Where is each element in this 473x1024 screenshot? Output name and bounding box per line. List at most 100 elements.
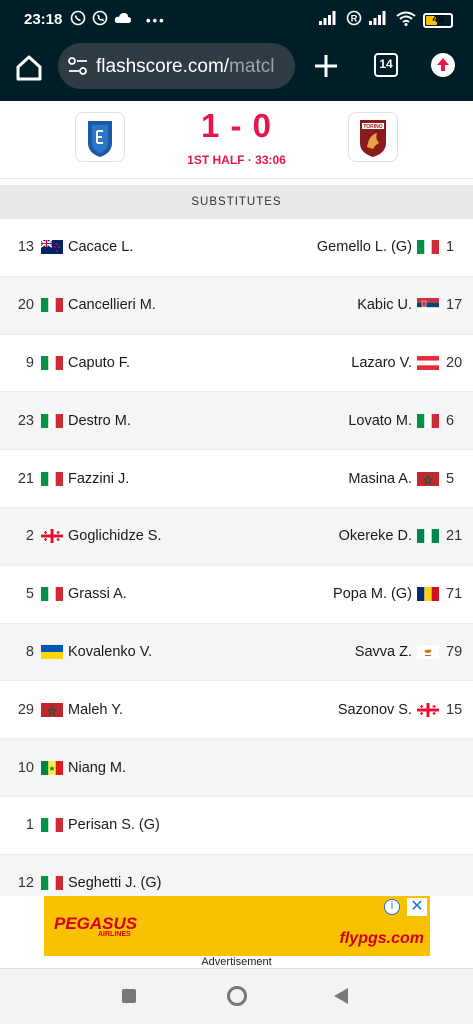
away-substitute[interactable]: Lazaro V. 20 (351, 335, 473, 392)
substitutes-list: 13 Cacace L. Gemello L. (G) 1 20 Cancellieri … (0, 219, 473, 896)
home-player-number: 20 (17, 297, 34, 314)
away-substitute[interactable]: Sazonov S. 15 (338, 681, 473, 738)
phone-icon (92, 10, 108, 31)
away-player-name[interactable]: Kabic U. (357, 297, 412, 313)
table-row: 21 Fazzini J. Masina A. 5 (0, 450, 473, 508)
tab-switcher-button[interactable]: 14 (374, 53, 398, 77)
italy-flag-icon (41, 355, 63, 370)
away-team-crest[interactable]: TORINO (348, 112, 398, 162)
home-player-number: 5 (25, 586, 34, 603)
home-player-number: 23 (17, 412, 34, 429)
away-player-name[interactable]: Lazaro V. (351, 355, 412, 371)
georgia-flag-icon (41, 529, 63, 544)
home-substitute[interactable]: 8 Kovalenko V. (0, 624, 152, 681)
table-row: 8 Kovalenko V. Savva Z. 79 (0, 623, 473, 682)
home-player-name[interactable]: Niang M. (68, 760, 126, 776)
site-settings-icon[interactable] (68, 57, 88, 75)
away-player-name[interactable]: Gemello L. (G) (317, 239, 412, 255)
table-row: 1 Perisan S. (G) (0, 797, 473, 855)
table-row: 29 Maleh Y. Sazonov S. 15 (0, 681, 473, 740)
home-button[interactable] (14, 53, 44, 83)
away-player-number: 20 (446, 354, 463, 371)
serbia-flag-icon (417, 298, 439, 313)
home-player-name[interactable]: Seghetti J. (G) (68, 875, 161, 891)
romania-flag-icon (417, 587, 439, 602)
home-player-name[interactable]: Goglichidze S. (68, 528, 162, 544)
torino-logo-icon: TORINO (360, 120, 386, 157)
away-player-name[interactable]: Sazonov S. (338, 702, 412, 718)
home-player-name[interactable]: Destro M. (68, 413, 131, 429)
url-path: matcl (229, 56, 275, 77)
away-player-number: 71 (446, 586, 463, 603)
url-text: flashscore.com/matcl (96, 56, 274, 78)
new-tab-button[interactable] (312, 52, 340, 80)
home-nav-button[interactable] (227, 986, 247, 1006)
status-time: 23:18 (24, 11, 63, 28)
away-player-name[interactable]: Okereke D. (339, 528, 412, 544)
home-substitute[interactable]: 29 Maleh Y. (0, 681, 123, 738)
svg-text:TORINO: TORINO (363, 124, 382, 130)
svg-text:R: R (351, 14, 358, 24)
away-substitute[interactable]: Popa M. (G) 71 (333, 566, 473, 623)
away-substitute[interactable]: Okereke D. 21 (339, 508, 473, 565)
home-player-number: 29 (17, 701, 34, 718)
italy-flag-icon (41, 413, 63, 428)
home-player-name[interactable]: Fazzini J. (68, 471, 129, 487)
match-status: 1ST HALF · 33:06 (187, 153, 286, 167)
table-row: 20 Cancellieri M. Kabic U. 17 (0, 276, 473, 335)
home-substitute[interactable]: 10 Niang M. (0, 739, 126, 796)
home-player-name[interactable]: Perisan S. (G) (68, 817, 160, 833)
ad-close-icon[interactable]: ✕ (407, 898, 427, 916)
home-player-name[interactable]: Cacace L. (68, 239, 133, 255)
home-substitute[interactable]: 23 Destro M. (0, 392, 131, 449)
home-team-crest[interactable] (75, 112, 125, 162)
home-substitute[interactable]: 12 Seghetti J. (G) (0, 855, 162, 896)
home-player-number: 2 (25, 528, 34, 545)
advertisement-banner[interactable]: PEGASUS AIRLINES flypgs.com i ✕ (44, 896, 430, 956)
more-dots-icon: ••• (146, 12, 166, 28)
update-button[interactable] (431, 53, 455, 77)
away-player-name[interactable]: Savva Z. (355, 644, 412, 660)
home-player-name[interactable]: Caputo F. (68, 355, 130, 371)
home-player-name[interactable]: Kovalenko V. (68, 644, 152, 660)
recents-button[interactable] (122, 989, 136, 1003)
home-player-name[interactable]: Maleh Y. (68, 702, 123, 718)
home-substitute[interactable]: 9 Caputo F. (0, 335, 130, 392)
match-header: 1 - 0 1ST HALF · 33:06 TORINO (0, 101, 473, 179)
home-player-name[interactable]: Cancellieri M. (68, 297, 156, 313)
home-player-number: 13 (17, 239, 34, 256)
whatsapp-icon (70, 10, 86, 31)
table-row: 5 Grassi A. Popa M. (G) 71 (0, 566, 473, 624)
home-player-number: 1 (25, 817, 34, 834)
nigeria-flag-icon (417, 529, 439, 544)
ad-info-icon[interactable]: i (384, 899, 400, 915)
status-icons-right: R 45 (319, 10, 453, 30)
home-icon (16, 55, 42, 81)
ukraine-flag-icon (41, 644, 63, 659)
away-player-name[interactable]: Popa M. (G) (333, 586, 412, 602)
browser-toolbar: flashscore.com/matcl 14 (0, 38, 473, 101)
home-substitute[interactable]: 21 Fazzini J. (0, 450, 129, 507)
table-row: 13 Cacace L. Gemello L. (G) 1 (0, 219, 473, 277)
away-substitute[interactable]: Lovato M. 6 (348, 392, 473, 449)
r-badge-icon: R (346, 10, 362, 30)
match-score: 1 - 0 (200, 107, 273, 144)
away-substitute[interactable]: Kabic U. 17 (357, 277, 473, 334)
away-substitute[interactable]: Gemello L. (G) 1 (317, 219, 473, 276)
home-substitute[interactable]: 5 Grassi A. (0, 566, 127, 623)
home-substitute[interactable]: 13 Cacace L. (0, 219, 133, 276)
away-player-name[interactable]: Masina A. (348, 471, 412, 487)
home-player-number: 12 (17, 875, 34, 892)
home-substitute[interactable]: 2 Goglichidze S. (0, 508, 162, 565)
home-substitute[interactable]: 1 Perisan S. (G) (0, 797, 160, 854)
home-player-name[interactable]: Grassi A. (68, 586, 127, 602)
away-player-number: 15 (446, 701, 463, 718)
away-player-name[interactable]: Lovato M. (348, 413, 412, 429)
battery-level: 45 (432, 13, 444, 25)
away-substitute[interactable]: Masina A. 5 (348, 450, 473, 507)
empoli-logo-icon (88, 121, 112, 157)
url-bar[interactable]: flashscore.com/matcl (58, 43, 295, 89)
away-substitute[interactable]: Savva Z. 79 (355, 624, 473, 681)
home-substitute[interactable]: 20 Cancellieri M. (0, 277, 156, 334)
back-button[interactable] (334, 988, 348, 1004)
